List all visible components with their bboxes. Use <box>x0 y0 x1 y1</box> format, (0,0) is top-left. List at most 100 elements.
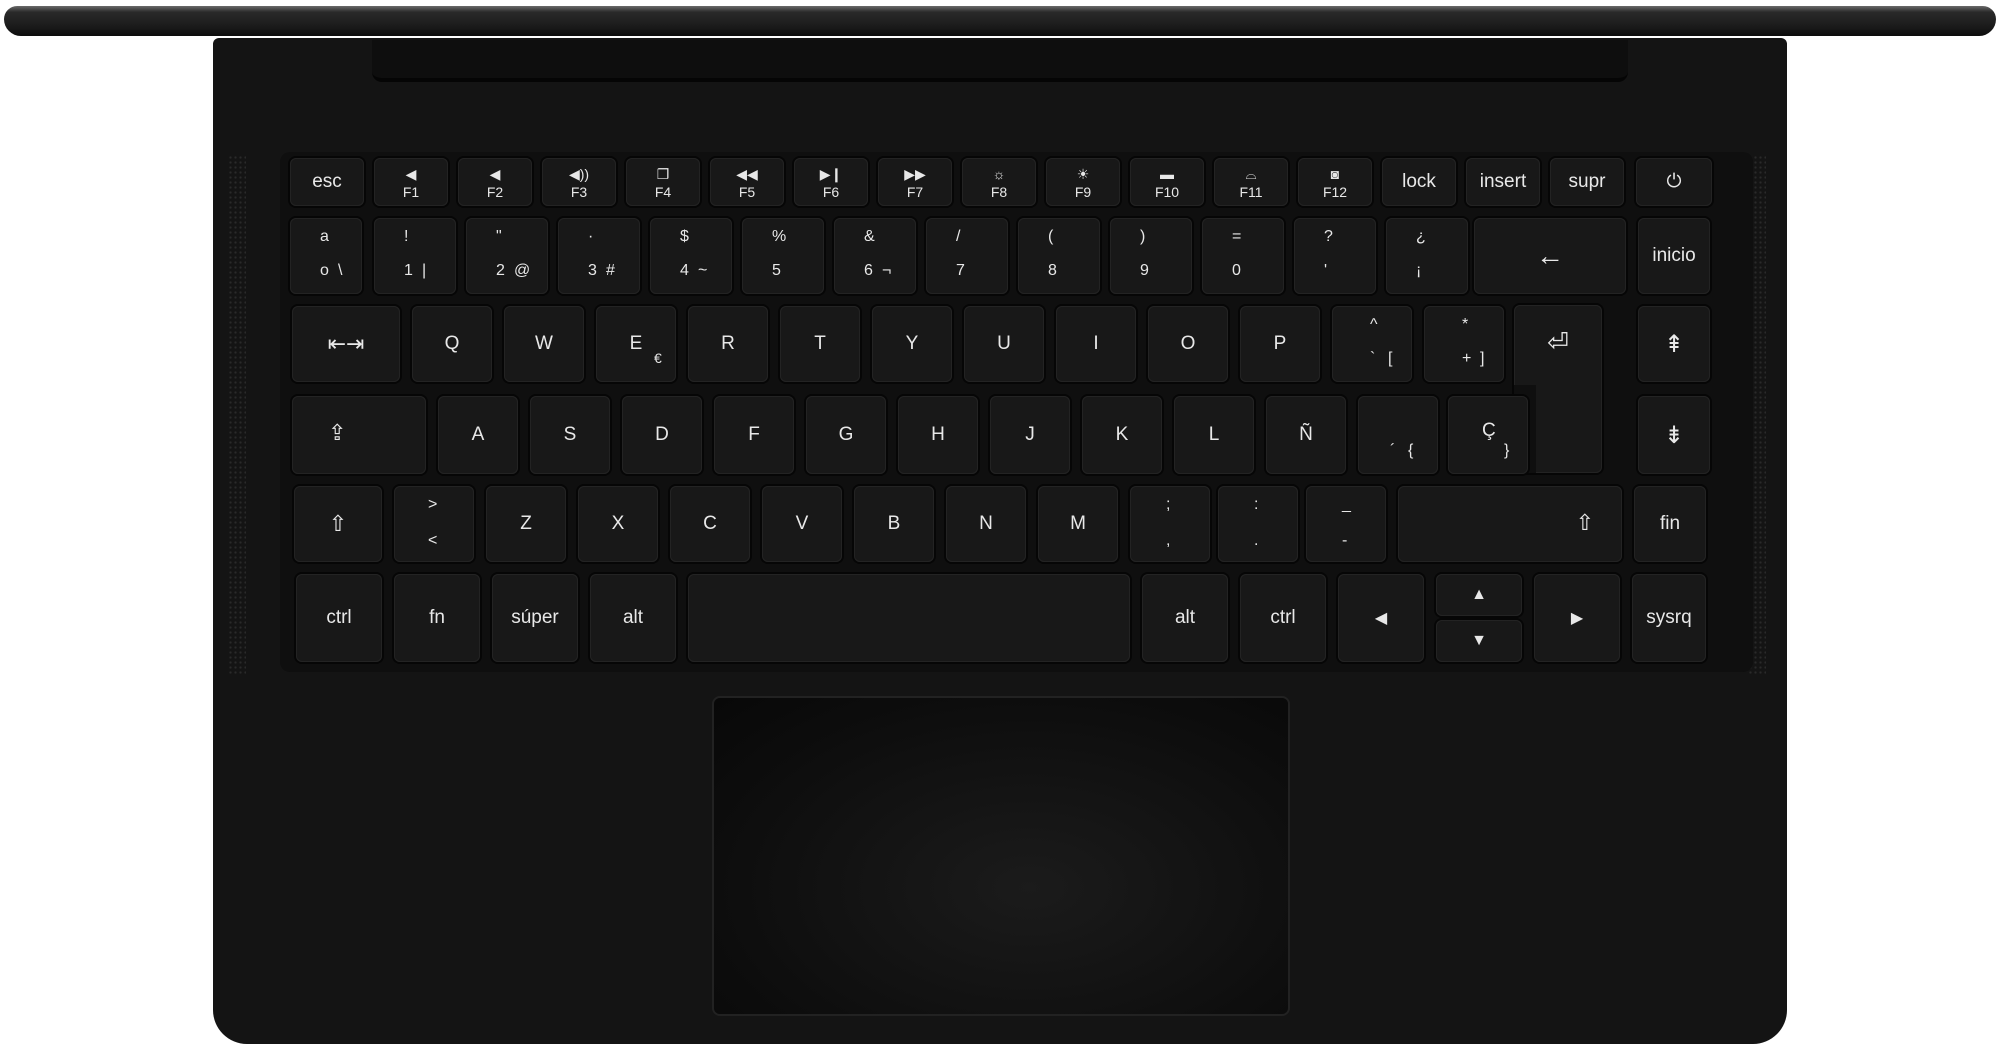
key-punct-1[interactable]: :. <box>1218 486 1298 562</box>
key-letter-z0[interactable]: Z <box>486 486 566 562</box>
key-letter-8[interactable]: O <box>1148 306 1228 382</box>
key-f10[interactable]: ▬ F10 <box>1130 158 1204 206</box>
key-number-9[interactable]: ) 9 <box>1110 218 1192 294</box>
key-letter-a0[interactable]: A <box>438 396 518 474</box>
key-number-6[interactable]: & 6 ¬ <box>834 218 916 294</box>
key-letter-0[interactable]: Q <box>412 306 492 382</box>
key-letter-z1[interactable]: X <box>578 486 658 562</box>
key-arrow-down[interactable]: ▼ <box>1436 620 1522 662</box>
key-fn[interactable]: fn <box>394 574 480 662</box>
key-label: Y <box>905 333 919 354</box>
key-number-10[interactable]: = 0 <box>1202 218 1284 294</box>
key-acute[interactable]: ´{ <box>1358 396 1438 474</box>
key-letter-5[interactable]: Y <box>872 306 952 382</box>
key-legend: # <box>606 262 615 279</box>
key-letter-7[interactable]: I <box>1056 306 1136 382</box>
key-f1[interactable]: ◀ F1 <box>374 158 448 206</box>
key-number-11[interactable]: ? ' <box>1294 218 1376 294</box>
key-letter-9[interactable]: P <box>1240 306 1320 382</box>
key-letter-a4[interactable]: G <box>806 396 886 474</box>
key-insert[interactable]: insert <box>1466 158 1540 206</box>
key-number-12[interactable]: ¿ ¡ <box>1386 218 1468 294</box>
key-legend: " <box>496 228 502 245</box>
key-ctrl-left[interactable]: ctrl <box>296 574 382 662</box>
key-sysrq[interactable]: sysrq <box>1632 574 1706 662</box>
power-icon: ⏻ <box>1666 171 1682 192</box>
key-backspace[interactable]: ← <box>1474 218 1626 294</box>
key-tab[interactable]: ⇤⇥ <box>292 306 400 382</box>
key-caps[interactable]: ⇪ <box>292 396 426 474</box>
key-letter-z4[interactable]: B <box>854 486 934 562</box>
key-letter-z5[interactable]: N <box>946 486 1026 562</box>
key-bracket-1[interactable]: * +] <box>1424 306 1504 382</box>
key-number-0[interactable]: a o \ <box>290 218 362 294</box>
key-letter-a6[interactable]: J <box>990 396 1070 474</box>
key-power[interactable]: ⏻ <box>1636 158 1712 206</box>
key-shift-right[interactable]: ⇧ <box>1398 486 1622 562</box>
key-letter-a7[interactable]: K <box>1082 396 1162 474</box>
key-letter-1[interactable]: W <box>504 306 584 382</box>
key-number-4[interactable]: $4 ~ <box>650 218 732 294</box>
key-inicio[interactable]: inicio <box>1638 218 1710 294</box>
key-label: S <box>563 424 577 445</box>
key-letter-3[interactable]: R <box>688 306 768 382</box>
key-fin[interactable]: fin <box>1634 486 1706 562</box>
key-ctrl-right[interactable]: ctrl <box>1240 574 1326 662</box>
shift-icon: ⇧ <box>328 511 348 536</box>
key-f12[interactable]: ◙ F12 <box>1298 158 1372 206</box>
key-f3[interactable]: ◀)) F3 <box>542 158 616 206</box>
key-shift-left[interactable]: ⇧ <box>294 486 382 562</box>
key-punct-2[interactable]: _ - <box>1306 486 1386 562</box>
key-f9[interactable]: ☀ F9 <box>1046 158 1120 206</box>
key-bracket-0[interactable]: ^ ` [ <box>1332 306 1412 382</box>
key-lock[interactable]: lock <box>1382 158 1456 206</box>
key-pgdn[interactable]: ⇟ <box>1638 396 1710 474</box>
key-letter-z2[interactable]: C <box>670 486 750 562</box>
trackpad[interactable] <box>714 698 1288 1014</box>
key-alt-right[interactable]: alt <box>1142 574 1228 662</box>
key-f4[interactable]: ❐ F4 <box>626 158 700 206</box>
key-letter-2[interactable]: E € <box>596 306 676 382</box>
key-cedilla[interactable]: Ç} <box>1448 396 1528 474</box>
key-label: F6 <box>822 184 840 200</box>
key-number-8[interactable]: (8 <box>1018 218 1100 294</box>
key-number-5[interactable]: % 5 <box>742 218 824 294</box>
key-pgup[interactable]: ⇞ <box>1638 306 1710 382</box>
key-f11[interactable]: ⌓ F11 <box>1214 158 1288 206</box>
key-f2[interactable]: ◀ F2 <box>458 158 532 206</box>
key-letter-6[interactable]: U <box>964 306 1044 382</box>
key-letter-a5[interactable]: H <box>898 396 978 474</box>
key-legend: [ <box>1388 350 1393 367</box>
key-label: K <box>1115 424 1129 445</box>
key-number-1[interactable]: ! 1 | <box>374 218 456 294</box>
key-space[interactable] <box>688 574 1130 662</box>
key-alt-left[interactable]: alt <box>590 574 676 662</box>
key-legend: ^ <box>1370 316 1378 333</box>
key-legend: | <box>422 262 427 279</box>
key-f7[interactable]: ▶▶ F7 <box>878 158 952 206</box>
key-letter-a9[interactable]: Ñ <box>1266 396 1346 474</box>
key-esc[interactable]: esc <box>290 158 364 206</box>
key-angle[interactable]: > < <box>394 486 474 562</box>
key-letter-a3[interactable]: F <box>714 396 794 474</box>
key-f5[interactable]: ◀◀ F5 <box>710 158 784 206</box>
key-f6[interactable]: ▶❙ F6 <box>794 158 868 206</box>
key-number-3[interactable]: · 3 # <box>558 218 640 294</box>
key-letter-z3[interactable]: V <box>762 486 842 562</box>
key-arrow-up[interactable]: ▲ <box>1436 574 1522 616</box>
key-letter-a8[interactable]: L <box>1174 396 1254 474</box>
key-super[interactable]: súper <box>492 574 578 662</box>
key-legend: 2 <box>496 262 505 279</box>
key-arrow-left[interactable]: ◀ <box>1338 574 1424 662</box>
key-arrow-right[interactable]: ▶ <box>1534 574 1620 662</box>
key-punct-0[interactable]: ;, <box>1130 486 1210 562</box>
key-letter-4[interactable]: T <box>780 306 860 382</box>
key-letter-a1[interactable]: S <box>530 396 610 474</box>
key-number-7[interactable]: /7 <box>926 218 1008 294</box>
key-supr[interactable]: supr <box>1550 158 1624 206</box>
key-letter-a2[interactable]: D <box>622 396 702 474</box>
play-pause-icon: ▶❙ <box>819 166 843 182</box>
key-letter-z6[interactable]: M <box>1038 486 1118 562</box>
key-f8[interactable]: ☼ F8 <box>962 158 1036 206</box>
key-number-2[interactable]: " 2 @ <box>466 218 548 294</box>
